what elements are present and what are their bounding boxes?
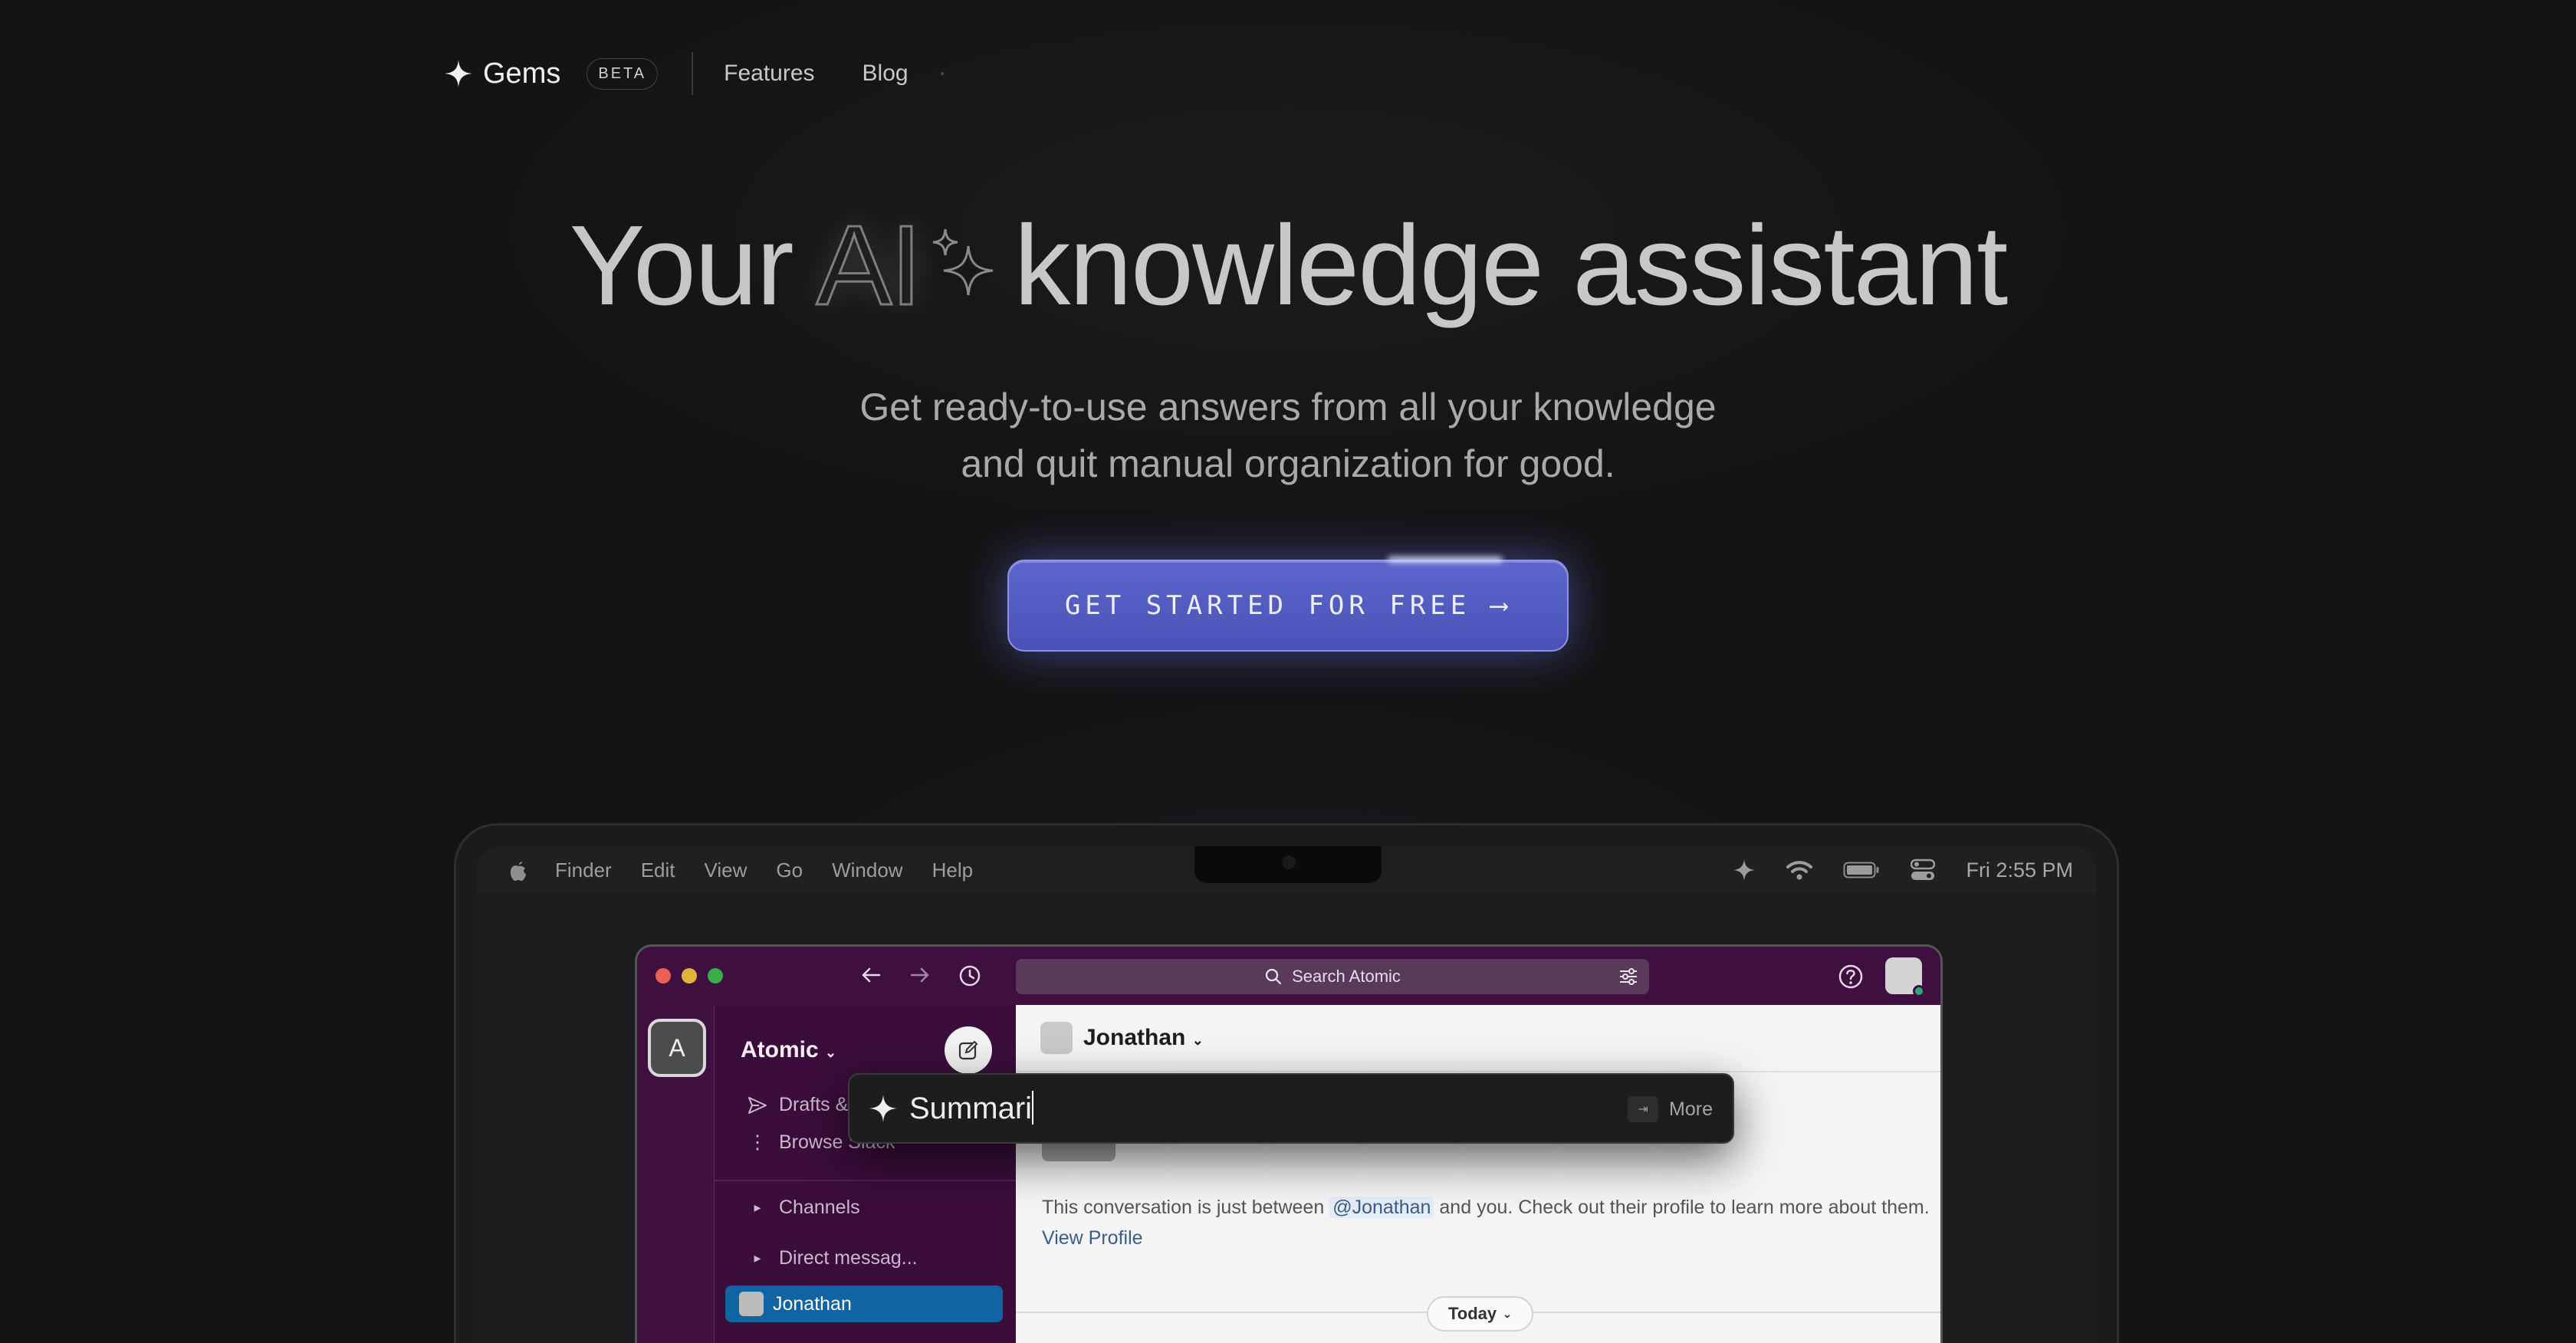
day-divider-pill[interactable]: Today ⌄ (1427, 1296, 1533, 1332)
brand-name: Gems (483, 57, 561, 90)
workspace-name[interactable]: Atomic ⌄ (741, 1037, 836, 1063)
cta-highlight (1388, 557, 1503, 563)
gems-command-bar[interactable]: Summari ⇥ More (848, 1073, 1734, 1144)
intro-text-before: This conversation is just between (1042, 1197, 1325, 1218)
minimize-window-button[interactable] (682, 968, 697, 983)
jonathan-header-avatar (1040, 1022, 1073, 1054)
conversation-title[interactable]: Jonathan ⌄ (1083, 1025, 1204, 1051)
camera-dot (1282, 855, 1296, 869)
camera-notch (1194, 846, 1382, 883)
nav-link-features[interactable]: Features (724, 61, 814, 87)
slack-search-bar[interactable]: Search Atomic (1016, 959, 1649, 994)
caret-right-icon: ▸ (754, 1250, 761, 1266)
chevron-down-icon: ⌄ (1191, 1033, 1204, 1048)
sidebar-item-drafts[interactable]: Drafts & (747, 1094, 848, 1116)
hero-subtitle-line-2: and quit manual organization for good. (961, 442, 1615, 485)
search-filter-icon[interactable] (1618, 967, 1638, 986)
help-icon[interactable] (1838, 964, 1864, 990)
gems-sparkle-icon (869, 1095, 897, 1122)
compose-button[interactable] (945, 1026, 992, 1074)
workspace-switcher-button[interactable]: A (648, 1019, 706, 1077)
more-vertical-icon: ⋮ (748, 1131, 767, 1153)
sidebar-drafts-label: Drafts & (779, 1094, 849, 1115)
slack-window: Search Atomic A Atomic ⌄ Drafts & ⋮ Brow… (635, 944, 1943, 1343)
intro-text-after: and you. Check out their profile to lear… (1439, 1197, 1930, 1218)
search-placeholder: Search Atomic (1292, 967, 1401, 986)
hero-subtitle: Get ready-to-use answers from all your k… (0, 379, 2576, 492)
menubar-clock[interactable]: Fri 2:55 PM (1966, 859, 2073, 882)
top-navigation: Gems BETA Features Blog (443, 52, 944, 95)
caret-right-icon: ▸ (754, 1200, 761, 1215)
gems-sparkle-icon[interactable] (1733, 859, 1756, 882)
nav-link-blog[interactable]: Blog (863, 61, 909, 87)
user-avatar[interactable] (1885, 957, 1925, 997)
brand-logo[interactable]: Gems BETA (443, 57, 659, 90)
hero-subtitle-line-1: Get ready-to-use answers from all your k… (859, 386, 1717, 429)
workspace-letter: A (669, 1033, 685, 1062)
conversation-header: Jonathan ⌄ (1016, 1005, 1940, 1072)
send-icon (748, 1096, 767, 1114)
hero-title-your: Your (569, 202, 794, 329)
sidebar-section-direct-messages[interactable]: ▸ Direct messag... (747, 1247, 918, 1269)
sidebar-channels-label: Channels (779, 1197, 860, 1218)
wifi-icon[interactable] (1786, 859, 1813, 881)
sidebar-item-jonathan[interactable]: Jonathan (725, 1286, 1003, 1322)
conversation-title-label: Jonathan (1083, 1025, 1186, 1050)
gems-query-text: Summari (909, 1092, 1033, 1125)
workspace-name-label: Atomic (741, 1037, 819, 1062)
view-profile-link[interactable]: View Profile (1042, 1227, 1143, 1249)
menu-view[interactable]: View (705, 859, 748, 882)
conversation-pane: Jonathan ⌄ This conversation is just bet… (1016, 1005, 1940, 1343)
nav-dot (940, 72, 944, 75)
apple-icon[interactable] (508, 859, 529, 882)
tab-key-hint: ⇥ (1628, 1096, 1659, 1122)
forward-arrow-icon[interactable] (909, 964, 932, 987)
slack-titlebar: Search Atomic (637, 947, 1940, 1005)
gems-more-label: More (1669, 1098, 1713, 1120)
workspace-rail: A (637, 1005, 714, 1343)
menu-help[interactable]: Help (932, 859, 973, 882)
gems-more-button[interactable]: ⇥ More (1628, 1096, 1713, 1122)
online-status-dot (1913, 985, 1925, 997)
search-icon (1265, 968, 1282, 985)
sparkle-icon (445, 60, 472, 87)
day-divider-label: Today (1448, 1304, 1497, 1323)
maximize-window-button[interactable] (708, 968, 723, 983)
close-window-button[interactable] (656, 968, 671, 983)
gems-query-input[interactable]: Summari (909, 1091, 1034, 1126)
sidebar-divider (715, 1180, 1017, 1181)
mention-jonathan[interactable]: @Jonathan (1329, 1197, 1434, 1218)
sidebar-jonathan-label: Jonathan (773, 1292, 852, 1315)
control-center-icon[interactable] (1911, 859, 1936, 882)
history-clock-icon[interactable] (958, 964, 982, 988)
hero-title-ai: AI (815, 202, 923, 330)
get-started-button[interactable]: GET STARTED FOR FREE ⟶ (1007, 560, 1569, 652)
menu-edit[interactable]: Edit (641, 859, 675, 882)
back-arrow-icon[interactable] (859, 964, 882, 987)
text-caret (1032, 1091, 1034, 1125)
slack-sidebar: Atomic ⌄ Drafts & ⋮ Browse Slack ▸ Chann… (714, 1005, 1017, 1343)
conversation-intro: This conversation is just between @Jonat… (1042, 1192, 1931, 1253)
sparkles-icon (932, 228, 993, 296)
hero-title-rest: knowledge assistant (1014, 202, 2009, 329)
menubar-status-area: Fri 2:55 PM (1733, 846, 2073, 894)
battery-icon[interactable] (1843, 861, 1880, 879)
sidebar-section-channels[interactable]: ▸ Channels (747, 1197, 860, 1219)
sidebar-direct-label: Direct messag... (779, 1247, 918, 1269)
hero-title: Your AI knowledge assistant (0, 201, 2576, 331)
chevron-down-icon: ⌄ (825, 1045, 837, 1060)
history-nav (859, 964, 982, 988)
beta-badge: BETA (586, 57, 659, 90)
menu-finder[interactable]: Finder (555, 859, 612, 882)
menu-window[interactable]: Window (832, 859, 902, 882)
compose-icon (958, 1040, 978, 1060)
nav-divider (692, 52, 694, 95)
chevron-down-icon: ⌄ (1503, 1307, 1512, 1320)
menu-go[interactable]: Go (776, 859, 803, 882)
jonathan-avatar (739, 1292, 764, 1316)
